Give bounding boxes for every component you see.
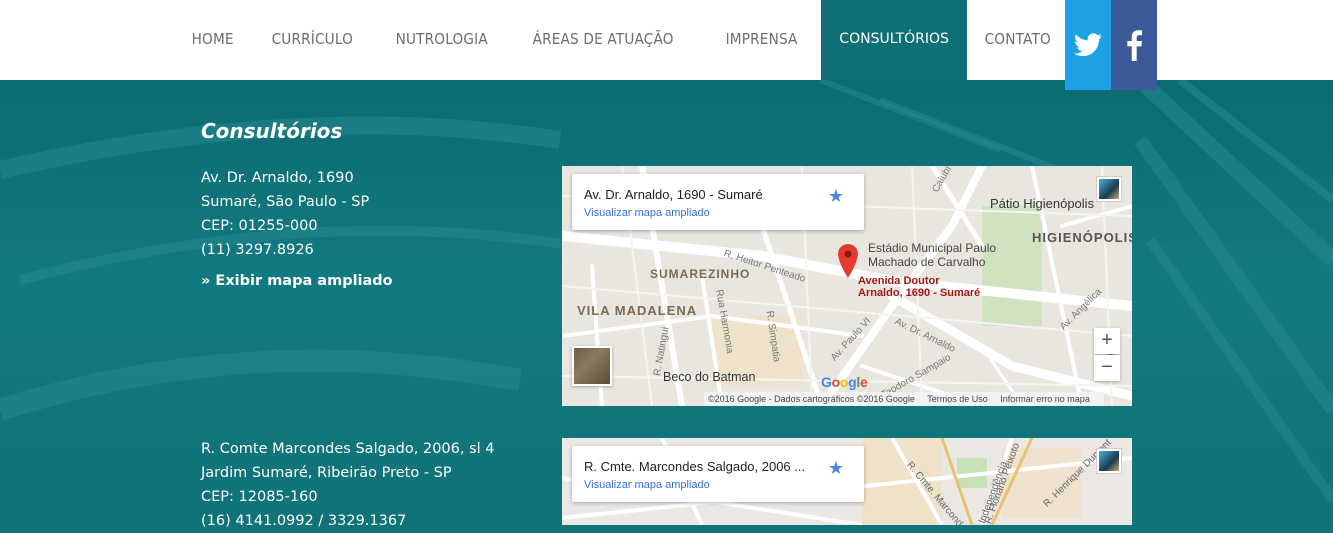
office-address-1: Av. Dr. Arnaldo, 1690 Sumaré, São Paulo … — [201, 166, 369, 262]
address-cep: CEP: 01255-000 — [201, 218, 318, 234]
user-avatar[interactable] — [1096, 448, 1122, 474]
map-card-title: Av. Dr. Arnaldo, 1690 - Sumaré — [584, 187, 763, 202]
map-label-beco: Beco do Batman — [663, 370, 756, 384]
address-street: Av. Dr. Arnaldo, 1690 — [201, 170, 354, 186]
view-larger-map-link[interactable]: Visualizar mapa ampliado — [584, 207, 710, 219]
office-address-2: R. Comte Marcondes Salgado, 2006, sl 4 J… — [201, 437, 495, 533]
map-label-patio: Pátio Higienópolis — [990, 196, 1095, 211]
address-cep: CEP: 12085-160 — [201, 489, 318, 505]
map-report-link[interactable]: Informar erro no mapa — [1000, 394, 1090, 404]
user-avatar[interactable] — [1096, 176, 1122, 202]
map-copyright: ©2016 Google - Dados cartográficos ©2016… — [708, 394, 915, 404]
nav-item-contato[interactable]: CONTATO — [967, 0, 1069, 80]
address-phone: (16) 4141.0992 / 3329.1367 — [201, 513, 407, 529]
nav-item-curriculo[interactable]: CURRÍCULO — [254, 0, 371, 80]
twitter-icon — [1074, 33, 1102, 57]
address-street: R. Comte Marcondes Salgado, 2006, sl 4 — [201, 441, 495, 457]
twitter-button[interactable] — [1065, 0, 1111, 90]
nav-item-nutrologia[interactable]: NUTROLOGIA — [378, 0, 505, 80]
map-card-title: R. Cmte. Marcondes Salgado, 2006 ... — [584, 459, 806, 474]
map-info-card: R. Cmte. Marcondes Salgado, 2006 ... Vis… — [572, 446, 864, 502]
address-city: Jardim Sumaré, Ribeirão Preto - SP — [201, 465, 452, 481]
nav-menu: HOME CURRÍCULO NUTROLOGIA ÁREAS DE ATUAÇ… — [174, 0, 1074, 80]
address-city: Sumaré, São Paulo - SP — [201, 194, 370, 210]
map-label-vila-madalena: VILA MADALENA — [577, 303, 698, 318]
map-info-card: Av. Dr. Arnaldo, 1690 - Sumaré Visualiza… — [572, 174, 864, 230]
facebook-icon — [1127, 30, 1142, 61]
facebook-button[interactable] — [1111, 0, 1157, 90]
map-label-higienopolis: HIGIENÓPOLIS — [1032, 230, 1132, 245]
nav-item-consultorios[interactable]: CONSULTÓRIOS — [821, 0, 967, 80]
nav-item-imprensa[interactable]: IMPRENSA — [708, 0, 815, 80]
satellite-toggle-button[interactable] — [572, 346, 612, 386]
map-footer: ©2016 Google - Dados cartográficos ©2016… — [704, 392, 1104, 406]
page-title: Consultórios — [201, 119, 343, 143]
office-map-1[interactable]: Pátio Higienópolis HIGIENÓPOLIS Estádio … — [562, 166, 1132, 406]
map-label-estadio-1: Estádio Municipal Paulo — [868, 241, 997, 255]
zoom-in-button[interactable]: + — [1094, 328, 1120, 354]
address-phone: (11) 3297.8926 — [201, 242, 314, 258]
nav-item-areas-de-atuacao[interactable]: ÁREAS DE ATUAÇÃO — [515, 0, 691, 80]
map-label-estadio-2: Machado de Carvalho — [868, 255, 986, 269]
save-star-icon[interactable]: ★ — [828, 186, 844, 207]
google-logo: Google — [821, 374, 868, 390]
save-star-icon[interactable]: ★ — [828, 458, 844, 479]
nav-item-home[interactable]: HOME — [174, 0, 251, 80]
office-map-2[interactable]: R. Floriano Peixoto R. Independência R. … — [562, 438, 1132, 525]
zoom-out-button[interactable]: − — [1094, 355, 1120, 381]
map-pin-label: Avenida Doutor Arnaldo, 1690 - Sumaré — [858, 275, 981, 299]
view-larger-map-link[interactable]: Visualizar mapa ampliado — [584, 479, 710, 491]
show-larger-map-link[interactable]: » Exibir mapa ampliado — [201, 273, 393, 289]
map-label-sumarezinho: SUMAREZINHO — [650, 267, 751, 281]
map-terms-link[interactable]: Termos de Uso — [927, 394, 988, 404]
